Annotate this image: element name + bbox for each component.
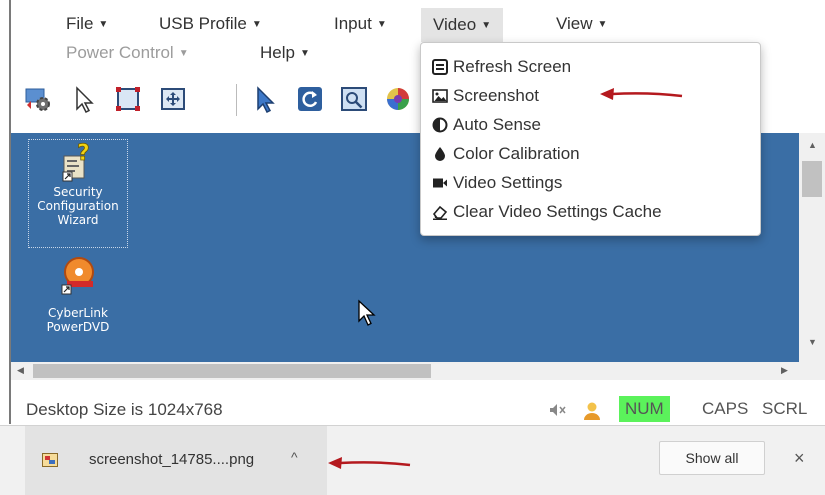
menu-item-auto-sense[interactable]: Auto Sense bbox=[421, 110, 760, 139]
png-file-icon bbox=[42, 453, 58, 467]
menu-item-refresh-screen[interactable]: Refresh Screen bbox=[421, 52, 760, 81]
resize-window-icon[interactable] bbox=[158, 84, 188, 114]
menu-video-label: Video bbox=[433, 15, 477, 34]
zoom-icon[interactable] bbox=[339, 84, 369, 114]
image-icon bbox=[432, 89, 448, 103]
chevron-down-icon: ▼ bbox=[299, 48, 310, 59]
cyberlink-powerdvd-shortcut[interactable]: CyberLink PowerDVD bbox=[28, 255, 128, 347]
svg-text:?: ? bbox=[77, 142, 90, 166]
eraser-icon bbox=[432, 205, 448, 220]
menu-power-control-label: Power Control bbox=[66, 43, 174, 62]
toolbar-separator bbox=[236, 84, 237, 116]
security-configuration-wizard-shortcut[interactable]: ? Security Configuration Wizard bbox=[28, 139, 128, 248]
user-icon[interactable] bbox=[583, 401, 601, 421]
drop-icon bbox=[435, 147, 445, 161]
annotation-arrow-icon bbox=[328, 457, 411, 469]
menu-input[interactable]: Input ▼ bbox=[322, 10, 399, 38]
chevron-down-icon: ▼ bbox=[178, 48, 189, 59]
chevron-up-icon[interactable]: ^ bbox=[291, 449, 298, 465]
menu-item-label: Auto Sense bbox=[453, 115, 541, 134]
menu-item-clear-video-settings-cache[interactable]: Clear Video Settings Cache bbox=[421, 197, 760, 226]
refresh-icon[interactable] bbox=[295, 84, 325, 114]
menu-item-label: Refresh Screen bbox=[453, 57, 572, 76]
desktop-icon-label-line: PowerDVD bbox=[46, 320, 110, 334]
desktop-size-text: Desktop Size is 1024x768 bbox=[26, 400, 223, 419]
menu-item-label: Clear Video Settings Cache bbox=[453, 202, 662, 221]
desktop-icon-label-line: Security bbox=[53, 185, 103, 199]
speaker-mute-icon[interactable] bbox=[549, 403, 567, 417]
mouse-cursor-icon bbox=[358, 299, 376, 326]
chevron-down-icon: ▼ bbox=[376, 19, 387, 30]
scroll-up-arrow-icon[interactable]: ▲ bbox=[808, 140, 817, 150]
download-item[interactable]: screenshot_14785....png ^ bbox=[25, 426, 327, 495]
menu-item-label: Screenshot bbox=[453, 86, 539, 105]
vertical-scrollbar[interactable]: ▲ ▼ bbox=[799, 133, 825, 362]
annotation-arrow-icon bbox=[600, 88, 683, 100]
show-all-button[interactable]: Show all bbox=[659, 441, 765, 475]
desktop-icon-label-line: CyberLink bbox=[48, 306, 108, 320]
scrollbar-corner bbox=[799, 362, 825, 380]
desktop-icon-label-line: Wizard bbox=[57, 213, 99, 227]
refresh-screen-icon bbox=[432, 59, 448, 75]
video-camera-icon bbox=[433, 178, 447, 188]
single-cursor-icon[interactable] bbox=[251, 84, 281, 114]
menu-view-label: View bbox=[556, 14, 593, 33]
scroll-lock-indicator: SCRL bbox=[762, 399, 808, 418]
menu-usb-profile[interactable]: USB Profile ▼ bbox=[147, 10, 274, 38]
menu-item-video-settings[interactable]: Video Settings bbox=[421, 168, 760, 197]
horizontal-scrollbar[interactable]: ◀ ▶ bbox=[11, 362, 799, 380]
menu-help-label: Help bbox=[260, 43, 295, 62]
download-filename[interactable]: screenshot_14785....png bbox=[89, 451, 254, 468]
status-bar: Desktop Size is 1024x768 NUM CAPS SCRL bbox=[11, 396, 825, 424]
menu-input-label: Input bbox=[334, 14, 372, 33]
menu-power-control: Power Control ▼ bbox=[54, 39, 201, 67]
menu-item-color-calibration[interactable]: Color Calibration bbox=[421, 139, 760, 168]
download-bar: screenshot_14785....png ^ Show all × bbox=[0, 425, 825, 495]
num-lock-indicator: NUM bbox=[619, 396, 670, 422]
horizontal-scroll-thumb[interactable] bbox=[33, 364, 431, 378]
vertical-scroll-thumb[interactable] bbox=[802, 161, 822, 197]
color-wheel-icon[interactable] bbox=[383, 84, 413, 114]
chevron-down-icon: ▼ bbox=[251, 19, 262, 30]
menu-item-label: Video Settings bbox=[453, 173, 563, 192]
chevron-down-icon: ▼ bbox=[98, 19, 109, 30]
menu-item-screenshot[interactable]: Screenshot bbox=[421, 81, 760, 110]
scroll-down-arrow-icon[interactable]: ▼ bbox=[808, 337, 817, 347]
caps-lock-indicator: CAPS bbox=[702, 399, 749, 418]
security-wizard-icon: ? bbox=[62, 141, 90, 182]
close-download-bar-button[interactable]: × bbox=[794, 448, 805, 469]
menu-file-label: File bbox=[66, 14, 94, 33]
chevron-down-icon: ▼ bbox=[597, 19, 608, 30]
powerdvd-icon bbox=[61, 257, 94, 295]
scroll-right-arrow-icon[interactable]: ▶ bbox=[781, 365, 788, 376]
fit-screen-icon[interactable] bbox=[113, 84, 143, 114]
chevron-down-icon: ▼ bbox=[481, 20, 492, 31]
desktop-icon-label-line: Configuration bbox=[37, 199, 119, 213]
menu-usb-profile-label: USB Profile bbox=[159, 14, 247, 33]
scroll-left-arrow-icon[interactable]: ◀ bbox=[17, 365, 24, 376]
pointer-icon[interactable] bbox=[69, 84, 99, 114]
menu-view[interactable]: View ▼ bbox=[544, 10, 619, 38]
half-circle-icon bbox=[432, 117, 448, 133]
menu-file[interactable]: File ▼ bbox=[54, 10, 120, 38]
menu-video[interactable]: Video ▼ bbox=[421, 8, 504, 42]
video-dropdown-menu: Refresh Screen Screenshot Auto Sense Col… bbox=[420, 42, 761, 236]
menu-item-label: Color Calibration bbox=[453, 144, 580, 163]
settings-gear-icon[interactable] bbox=[23, 84, 53, 114]
menu-help[interactable]: Help ▼ bbox=[248, 39, 322, 67]
